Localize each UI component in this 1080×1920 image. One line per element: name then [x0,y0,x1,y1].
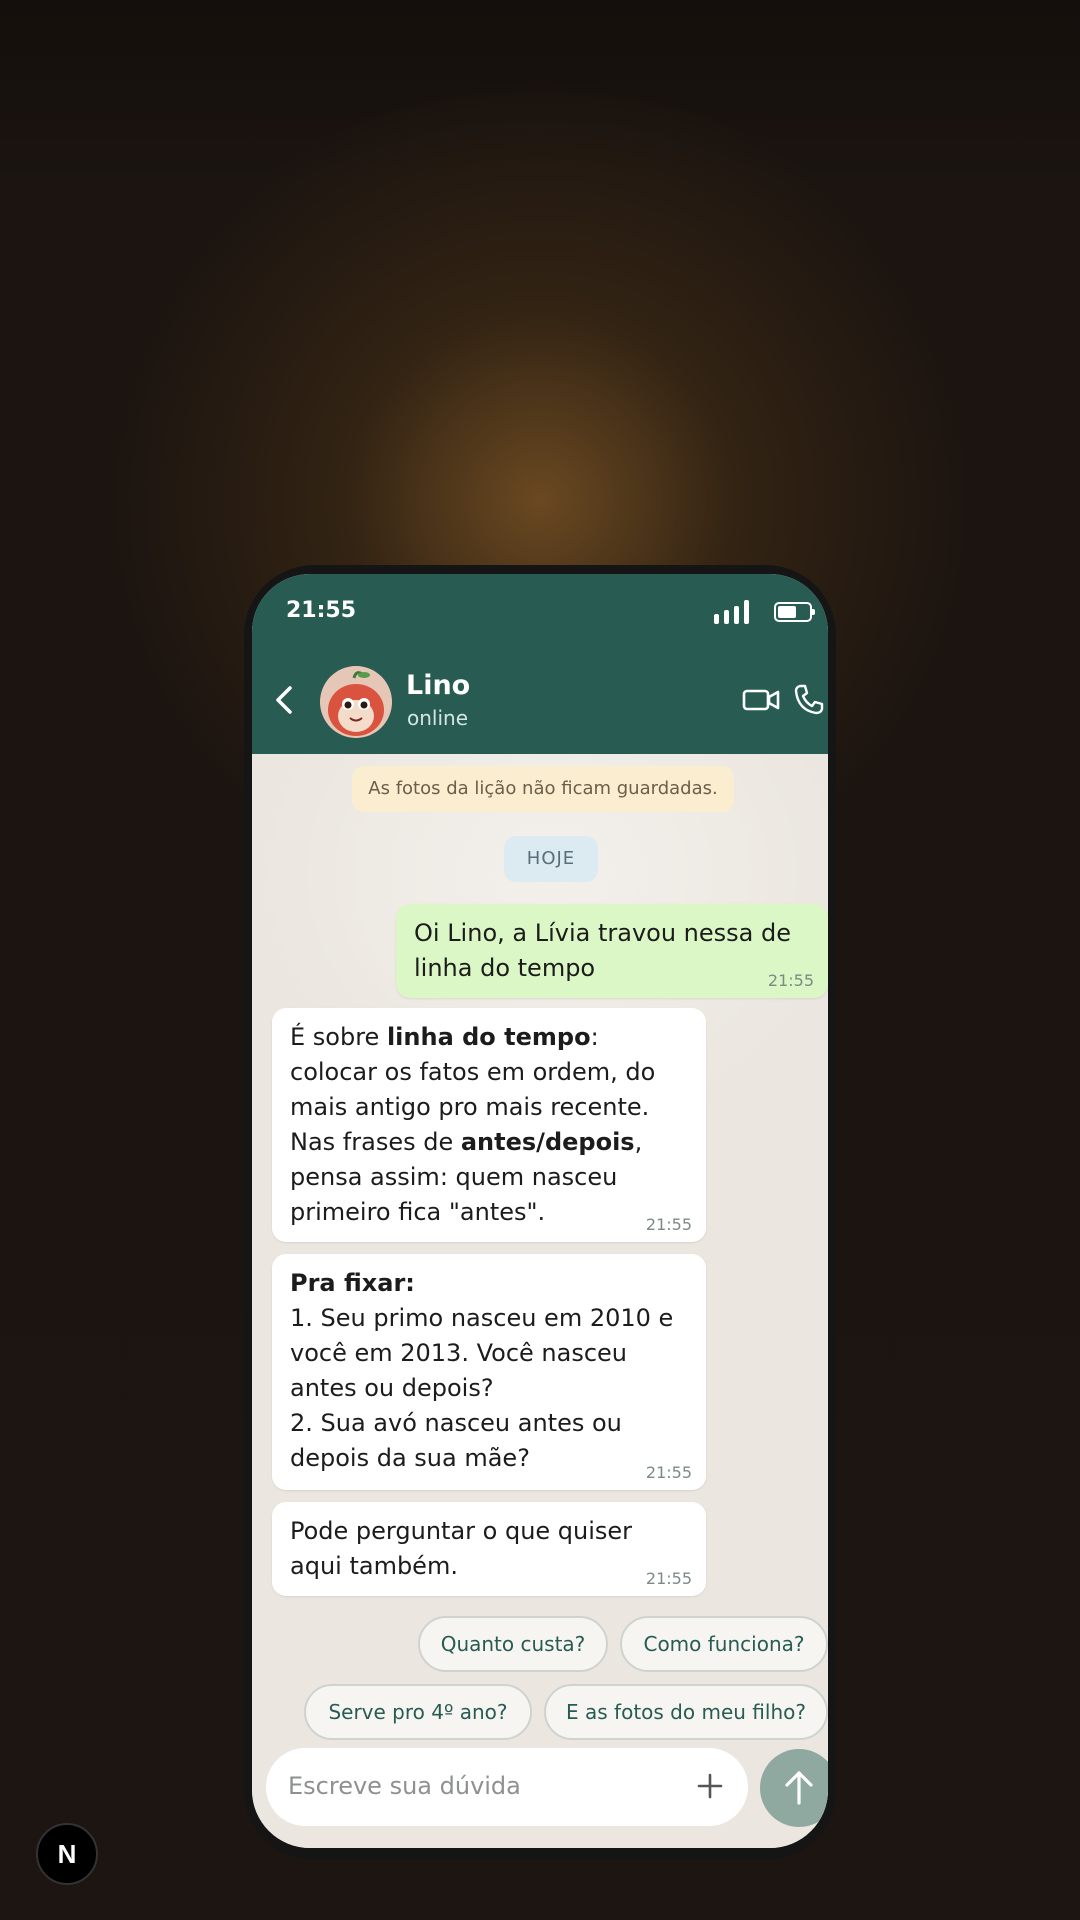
back-arrow-icon[interactable] [268,682,304,718]
message-line: 2. Sua avó nasceu antes ou depois da sua… [290,1409,622,1472]
status-time: 21:55 [286,598,357,623]
quick-reply-chip[interactable]: Como funciona? [620,1616,828,1672]
contact-name[interactable]: Lino [406,670,470,701]
plus-icon[interactable] [696,1772,724,1800]
phone-screen: 21:55 Lino online As fotos da lição não … [252,574,828,1848]
composer-input[interactable]: Escreve sua dúvida [288,1772,521,1800]
avatar[interactable] [320,666,392,738]
message-incoming[interactable]: Pode perguntar o que quiser aqui também.… [272,1502,706,1596]
message-time: 21:55 [645,1569,692,1588]
contact-status: online [407,706,469,730]
send-arrow-icon [785,1771,813,1805]
svg-text:N: N [58,1839,77,1869]
quick-reply-chip[interactable]: E as fotos do meu filho? [544,1684,828,1740]
avatar-mascot-icon [320,666,392,738]
framework-badge[interactable]: N [36,1823,98,1885]
message-text: Oi Lino, a Lívia travou nessa de linha d… [414,919,791,982]
battery-icon [774,602,815,622]
message-incoming[interactable]: É sobre linha do tempo: colocar os fatos… [272,1008,706,1242]
day-separator: HOJE [504,836,598,882]
quick-reply-chip[interactable]: Serve pro 4º ano? [304,1684,532,1740]
send-button[interactable] [760,1749,828,1827]
chat-header: 21:55 Lino online [252,574,828,754]
quick-reply-chip[interactable]: Quanto custa? [418,1616,608,1672]
message-time: 21:55 [645,1215,692,1234]
message-time: 21:55 [645,1463,692,1482]
message-incoming[interactable]: Pra fixar: 1. Seu primo nasceu em 2010 e… [272,1254,706,1490]
n-logo-icon: N [58,1839,77,1869]
message-outgoing[interactable]: Oi Lino, a Lívia travou nessa de linha d… [396,904,828,998]
privacy-notice: As fotos da lição não ficam guardadas. [352,766,734,812]
message-text: É sobre linha do tempo: colocar os fatos… [290,1023,656,1226]
message-composer[interactable]: Escreve sua dúvida [266,1748,748,1826]
video-call-icon[interactable] [742,686,780,714]
signal-icon [714,600,762,624]
message-line: 1. Seu primo nasceu em 2010 e você em 20… [290,1304,674,1402]
message-title: Pra fixar: [290,1269,415,1297]
chat-area: As fotos da lição não ficam guardadas. H… [252,754,828,1848]
message-text: Pode perguntar o que quiser aqui também. [290,1517,633,1580]
message-time: 21:55 [767,971,814,990]
phone-icon[interactable] [792,682,826,716]
